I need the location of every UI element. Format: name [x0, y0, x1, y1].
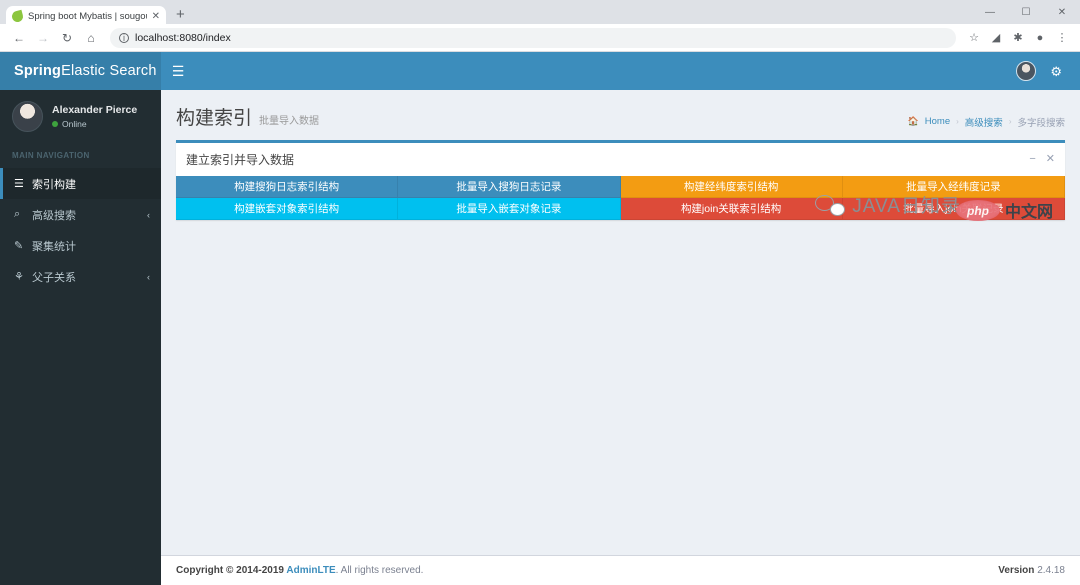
app-navbar: Spring Elastic Search ☰ ⚙: [0, 52, 1080, 90]
build-geo-index-button[interactable]: 构建经纬度索引结构: [620, 176, 843, 198]
chevron-left-icon: ‹: [147, 271, 150, 282]
window-close-button[interactable]: ✕: [1044, 0, 1080, 24]
browser-menu-icon[interactable]: ⋮: [1052, 27, 1072, 49]
sidebar: Alexander Pierce Online MAIN NAVIGATION …: [0, 90, 161, 585]
user-status-label: Online: [62, 119, 87, 129]
sidebar-item-label: 索引构建: [32, 178, 76, 191]
php-logo-icon: php: [955, 200, 1000, 221]
app-logo[interactable]: Spring Elastic Search: [0, 52, 161, 90]
window-minimize-button[interactable]: —: [972, 0, 1008, 24]
app-footer: Copyright © 2014-2019 AdminLTE. All righ…: [161, 555, 1080, 585]
footer-rights-text: . All rights reserved.: [335, 565, 424, 576]
page-title: 构建索引: [176, 108, 253, 129]
online-dot-icon: [52, 121, 58, 127]
navbar-main: ☰ ⚙: [161, 52, 1080, 90]
breadcrumb-separator: ›: [956, 117, 959, 126]
build-sougou-log-index-button[interactable]: 构建搜狗日志索引结构: [176, 176, 399, 198]
navbar-right-tools: ⚙: [1016, 61, 1068, 81]
gear-icon[interactable]: ⚙: [1050, 65, 1062, 78]
edit-icon: ✎: [14, 240, 24, 252]
content-wrapper: 构建索引 批量导入数据 🏠 Home › 高级搜索 › 多字段搜索 建立索引并导…: [161, 90, 1080, 585]
avatar[interactable]: [1016, 61, 1037, 81]
footer-copyright: Copyright © 2014-2019 AdminLTE. All righ…: [176, 565, 423, 576]
build-nested-object-index-button[interactable]: 构建嵌套对象索引结构: [176, 198, 399, 220]
site-info-icon[interactable]: i: [119, 32, 129, 43]
breadcrumb-item-current: 多字段搜索: [1017, 117, 1065, 129]
import-sougou-log-records-button[interactable]: 批量导入搜狗日志记录: [398, 176, 621, 198]
wechat-logo-icon: [815, 194, 846, 216]
content-header: 构建索引 批量导入数据 🏠 Home › 高级搜索 › 多字段搜索: [161, 90, 1080, 140]
user-avatar: [12, 101, 43, 132]
reload-button[interactable]: ↻: [56, 27, 78, 49]
home-icon: 🏠: [907, 116, 919, 126]
sidebar-item-advanced-search[interactable]: ⌕ 高级搜索 ‹: [0, 199, 161, 230]
user-info: Alexander Pierce Online: [52, 104, 137, 129]
box-tools: − ✕: [1029, 154, 1055, 165]
sidebar-item-label: 高级搜索: [32, 209, 76, 222]
sidebar-item-index-build[interactable]: ☰ 索引构建: [0, 168, 161, 199]
watermark-text: JAVA日知录: [852, 196, 961, 217]
chevron-left-icon: ‹: [147, 209, 150, 220]
sidebar-item-label: 聚集统计: [32, 240, 76, 253]
browser-toolbar: ← → ↻ ⌂ i localhost:8080/index ☆ ◢ ✱ ● ⋮: [0, 24, 1080, 52]
adminlte-link[interactable]: AdminLTE: [286, 565, 335, 576]
home-button[interactable]: ⌂: [80, 27, 102, 49]
import-nested-object-records-button[interactable]: 批量导入嵌套对象记录: [398, 198, 621, 220]
breadcrumb-separator: ›: [1008, 117, 1012, 126]
window-controls: — ☐ ✕: [972, 0, 1080, 24]
version-number: 2.4.18: [1037, 565, 1065, 576]
window-maximize-button[interactable]: ☐: [1008, 0, 1044, 24]
footer-version: Version 2.4.18: [998, 565, 1065, 576]
box-header: 建立索引并导入数据 − ✕: [176, 143, 1065, 176]
browser-tab[interactable]: Spring boot Mybatis | sougou ✕: [6, 6, 166, 27]
box-minimize-icon[interactable]: −: [1029, 154, 1035, 165]
profile-icon[interactable]: ●: [1030, 27, 1050, 49]
watermark-cn-text: 中文网: [1004, 203, 1053, 221]
sidebar-item-label: 父子关系: [32, 271, 76, 284]
sidebar-toggle-icon[interactable]: ☰: [161, 52, 195, 90]
app-body: Alexander Pierce Online MAIN NAVIGATION …: [0, 90, 1080, 585]
logo-normal-text: Elastic Search: [61, 63, 157, 79]
user-status: Online: [52, 119, 137, 129]
building-icon: ☰: [14, 178, 24, 190]
close-icon[interactable]: ✕: [152, 11, 160, 22]
breadcrumb-item-advanced-search[interactable]: 高级搜索: [965, 115, 1003, 129]
page-subtitle: 批量导入数据: [259, 116, 320, 127]
new-tab-button[interactable]: +: [176, 7, 185, 22]
tab-title: Spring boot Mybatis | sougou: [28, 11, 147, 22]
sidebar-nav-header: MAIN NAVIGATION: [12, 151, 90, 160]
footer-copyright-prefix: Copyright © 2014-2019: [176, 565, 287, 576]
cast-icon[interactable]: ◢: [986, 27, 1006, 49]
url-text: localhost:8080/index: [135, 31, 231, 44]
forward-button[interactable]: →: [32, 27, 54, 49]
box-close-icon[interactable]: ✕: [1046, 154, 1055, 165]
content-body: 建立索引并导入数据 − ✕ 构建搜狗日志索引结构 批量导入搜狗日志记录 构建经纬…: [161, 140, 1080, 555]
search-icon: ⌕: [14, 208, 21, 220]
sidebar-user-panel[interactable]: Alexander Pierce Online: [0, 90, 161, 143]
bookmark-star-icon[interactable]: ☆: [964, 27, 984, 49]
browser-window: Spring boot Mybatis | sougou ✕ + — ☐ ✕ ←…: [0, 0, 1080, 585]
extensions-puzzle-icon[interactable]: ✱: [1008, 27, 1028, 49]
build-join-index-button[interactable]: 构建join关联索引结构: [620, 198, 843, 220]
leaf-favicon-icon: [10, 9, 25, 24]
users-icon: ⚘: [14, 271, 24, 283]
sidebar-item-parent-child[interactable]: ⚘ 父子关系 ‹: [0, 261, 161, 292]
breadcrumb-item-home[interactable]: Home: [925, 116, 950, 127]
user-name: Alexander Pierce: [52, 104, 138, 116]
adminlte-app: Spring Elastic Search ☰ ⚙ Alexander Pier…: [0, 52, 1080, 585]
breadcrumb: 🏠 Home › 高级搜索 › 多字段搜索: [908, 115, 1065, 129]
box-title: 建立索引并导入数据: [186, 153, 295, 167]
back-button[interactable]: ←: [8, 27, 30, 49]
sidebar-menu: ☰ 索引构建 ⌕ 高级搜索 ‹ ✎ 聚集统计 ⚘ 父子关系 ‹: [0, 168, 161, 292]
browser-tabstrip: Spring boot Mybatis | sougou ✕ + — ☐ ✕: [0, 0, 1080, 27]
sidebar-item-aggregation-stats[interactable]: ✎ 聚集统计: [0, 230, 161, 261]
logo-bold-text: Spring: [14, 63, 62, 79]
address-bar[interactable]: i localhost:8080/index: [110, 27, 956, 48]
watermark: JAVA日知录 php 中文网: [815, 191, 1053, 221]
version-label: Version: [998, 565, 1035, 576]
page-heading: 构建索引 批量导入数据: [176, 103, 319, 130]
